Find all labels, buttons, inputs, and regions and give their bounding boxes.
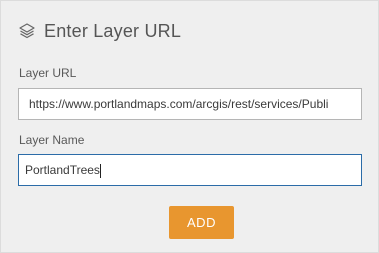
text-caret [99,163,101,178]
add-layer-panel: Enter Layer URL Layer URL https://www.po… [0,0,379,253]
panel-header: Enter Layer URL [18,18,181,44]
layers-icon [18,22,36,40]
panel-title: Enter Layer URL [44,20,182,41]
layer-name-input[interactable]: PortlandTrees [18,154,362,186]
layer-name-value: PortlandTrees [25,163,100,177]
layer-name-label: Layer Name [19,133,85,147]
add-button[interactable]: ADD [169,206,234,239]
layer-url-label: Layer URL [19,66,77,80]
layer-url-input[interactable]: https://www.portlandmaps.com/arcgis/rest… [18,88,362,120]
